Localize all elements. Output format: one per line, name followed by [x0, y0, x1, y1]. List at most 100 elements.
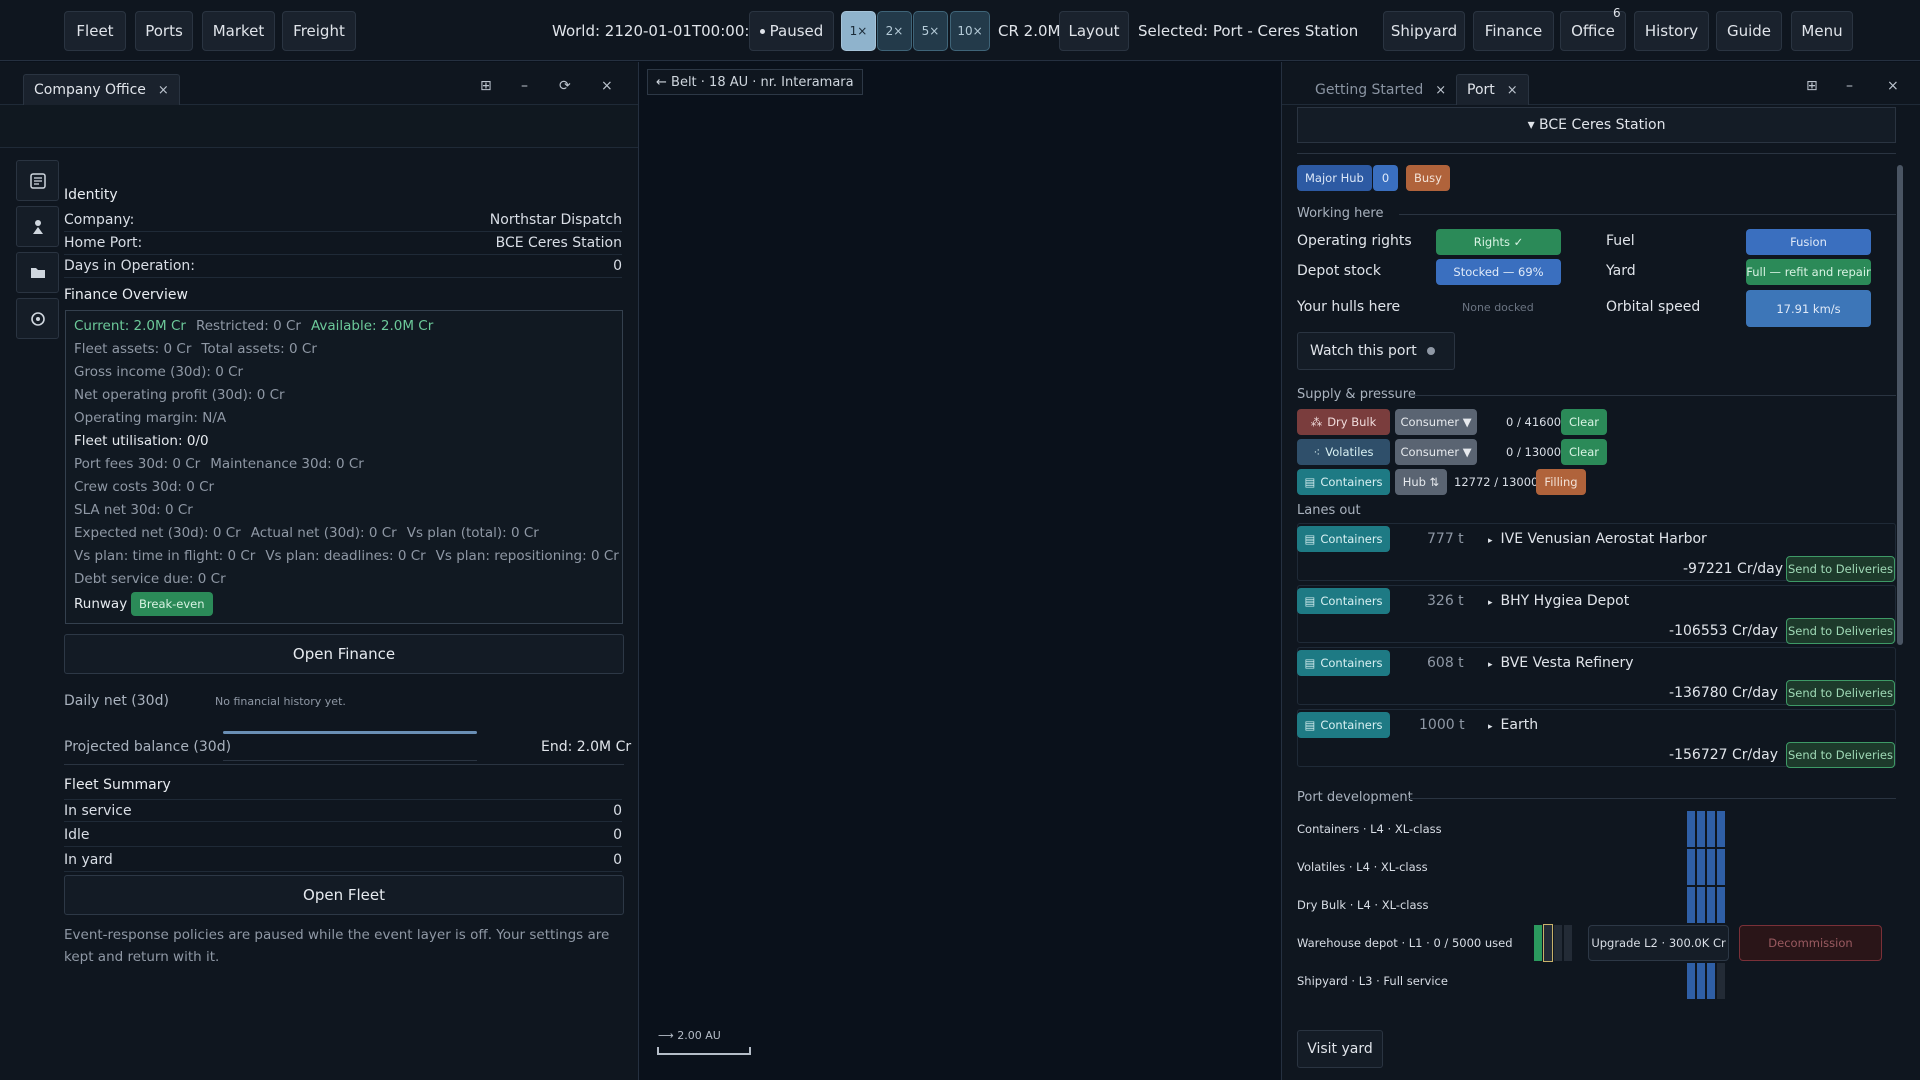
- open-fleet-button[interactable]: Open Fleet: [64, 875, 624, 915]
- supply-qty: 12772 / 13000: [1454, 475, 1539, 489]
- speed-2x-button[interactable]: 2×: [877, 11, 912, 51]
- lane-cargo: ▤ Containers: [1297, 526, 1390, 552]
- minimize-icon[interactable]: –: [1846, 78, 1853, 94]
- expected-net: Expected net (30d): 0 Cr: [74, 525, 241, 541]
- supply-role-dropdown[interactable]: Consumer ▼: [1395, 439, 1477, 465]
- busy-tag: Busy: [1406, 165, 1450, 191]
- cargo-label: Containers: [1320, 475, 1383, 489]
- ledger-icon[interactable]: [16, 160, 59, 201]
- supply-cargo-volatiles: ⁖ Volatiles: [1297, 439, 1390, 465]
- finance-button[interactable]: Finance: [1473, 11, 1554, 51]
- port-panel-scrollbar[interactable]: [1897, 165, 1903, 645]
- visit-yard-button[interactable]: Visit yard: [1297, 1030, 1383, 1068]
- tab-port[interactable]: Port ×: [1456, 74, 1529, 105]
- nav-freight-button[interactable]: Freight: [282, 11, 356, 51]
- layout-button[interactable]: Layout: [1059, 11, 1129, 51]
- nav-market-button[interactable]: Market: [202, 11, 275, 51]
- lane-arrow-icon: ▸: [1488, 722, 1493, 732]
- supply-status: Clear: [1561, 439, 1607, 465]
- lane-rate: -136780 Cr/day: [1669, 685, 1778, 701]
- folder-icon[interactable]: [16, 252, 59, 293]
- dev-level-segment: [1707, 963, 1715, 999]
- debt-service: Debt service due: 0 Cr: [74, 571, 226, 587]
- nav-fleet-button[interactable]: Fleet: [64, 11, 126, 51]
- container-icon: ▤: [1304, 532, 1316, 546]
- projected-balance-label: Projected balance (30d): [64, 739, 232, 755]
- upgrade-button[interactable]: Upgrade L2 · 300.0K Cr: [1588, 925, 1729, 961]
- tab-company-office[interactable]: Company Office ×: [23, 74, 180, 105]
- projected-end-value: End: 2.0M Cr: [541, 739, 632, 755]
- send-to-deliveries-button[interactable]: Send to Deliveries: [1786, 556, 1895, 582]
- watch-port-toggle[interactable]: Watch this port: [1297, 332, 1455, 370]
- dev-level-segment: [1717, 887, 1725, 923]
- fleet-row-in-yard: In yard 0: [64, 849, 622, 872]
- guide-button[interactable]: Guide: [1716, 11, 1782, 51]
- dev-level-segment: [1687, 887, 1695, 923]
- send-to-deliveries-button[interactable]: Send to Deliveries: [1786, 742, 1895, 768]
- pause-button[interactable]: Paused: [749, 11, 834, 51]
- dev-level-segment: [1687, 811, 1695, 847]
- tab-label: Port: [1467, 82, 1495, 98]
- fuel-label: Fuel: [1606, 233, 1635, 249]
- tile-icon[interactable]: ⊞: [1806, 78, 1818, 94]
- lane-destination: ▸ BHY Hygiea Depot: [1488, 593, 1629, 609]
- destination-label: BVE Vesta Refinery: [1500, 655, 1634, 671]
- send-to-deliveries-button[interactable]: Send to Deliveries: [1786, 618, 1895, 644]
- tile-icon[interactable]: ⊞: [480, 78, 492, 94]
- tab-getting-started[interactable]: Getting Started ×: [1304, 74, 1457, 105]
- cargo-label: Volatiles: [1325, 445, 1374, 459]
- operating-margin: Operating margin: N/A: [74, 410, 227, 426]
- fleet-assets: Fleet assets: 0 Cr: [74, 341, 192, 357]
- speed-10x-button[interactable]: 10×: [950, 11, 990, 51]
- nav-ports-button[interactable]: Ports: [135, 11, 193, 51]
- container-icon: ▤: [1304, 718, 1316, 732]
- close-panel-icon[interactable]: ×: [1887, 78, 1899, 94]
- container-icon: ▤: [1304, 656, 1316, 670]
- settings-cycle-icon[interactable]: [16, 298, 59, 339]
- port-title-dropdown[interactable]: ▾ BCE Ceres Station: [1297, 107, 1896, 143]
- lane-destination: ▸ IVE Venusian Aerostat Harbor: [1488, 531, 1707, 547]
- minimize-icon[interactable]: –: [521, 78, 528, 94]
- close-tab-icon[interactable]: ×: [1507, 83, 1518, 98]
- people-icon[interactable]: [16, 206, 59, 247]
- dev-level-segment: [1707, 849, 1715, 885]
- close-tab-icon[interactable]: ×: [1435, 83, 1446, 98]
- dev-level-segment: [1564, 925, 1572, 961]
- yard-label: Yard: [1606, 263, 1636, 279]
- lane-tons: 1000 t: [1419, 717, 1465, 733]
- row-key: In yard: [64, 852, 113, 868]
- shipyard-button[interactable]: Shipyard: [1383, 11, 1465, 51]
- send-to-deliveries-button[interactable]: Send to Deliveries: [1786, 680, 1895, 706]
- rights-status: Rights ✓: [1436, 229, 1561, 255]
- supply-role-dropdown[interactable]: Consumer ▼: [1395, 409, 1477, 435]
- supply-cargo-dry-bulk: ⁂ Dry Bulk: [1297, 409, 1390, 435]
- dev-level-segment: [1707, 811, 1715, 847]
- decommission-button[interactable]: Decommission: [1739, 925, 1882, 961]
- dev-level-segment: [1543, 924, 1553, 962]
- lane-arrow-icon: ▸: [1488, 660, 1493, 670]
- current-balance: Current: 2.0M Cr: [74, 318, 186, 334]
- supply-status: Filling: [1536, 469, 1586, 495]
- identity-row-company: Company: Northstar Dispatch: [64, 209, 622, 232]
- lane-cargo: ▤ Containers: [1297, 650, 1390, 676]
- row-key: Idle: [64, 827, 90, 843]
- speed-5x-button[interactable]: 5×: [913, 11, 948, 51]
- history-button[interactable]: History: [1634, 11, 1709, 51]
- cargo-label: Containers: [1320, 532, 1383, 546]
- fleet-summary-heading: Fleet Summary: [64, 777, 171, 793]
- speed-1x-button[interactable]: 1×: [841, 11, 876, 51]
- lane-cargo: ▤ Containers: [1297, 712, 1390, 738]
- menu-button[interactable]: Menu: [1791, 11, 1853, 51]
- supply-qty: 0 / 13000: [1506, 445, 1562, 459]
- restore-icon[interactable]: ⟳: [559, 78, 571, 94]
- dev-level-segment: [1697, 963, 1705, 999]
- close-panel-icon[interactable]: ×: [601, 78, 613, 94]
- open-finance-button[interactable]: Open Finance: [64, 634, 624, 674]
- map-breadcrumb[interactable]: ← Belt · 18 AU · nr. Interamara: [647, 69, 863, 95]
- hulls-label: Your hulls here: [1297, 299, 1401, 315]
- dev-level-segment: [1687, 963, 1695, 999]
- close-tab-icon[interactable]: ×: [158, 83, 169, 98]
- supply-role-dropdown[interactable]: Hub ⇅: [1395, 469, 1447, 495]
- lane-rate: -97221 Cr/day: [1683, 561, 1784, 577]
- row-key: Company:: [64, 212, 135, 228]
